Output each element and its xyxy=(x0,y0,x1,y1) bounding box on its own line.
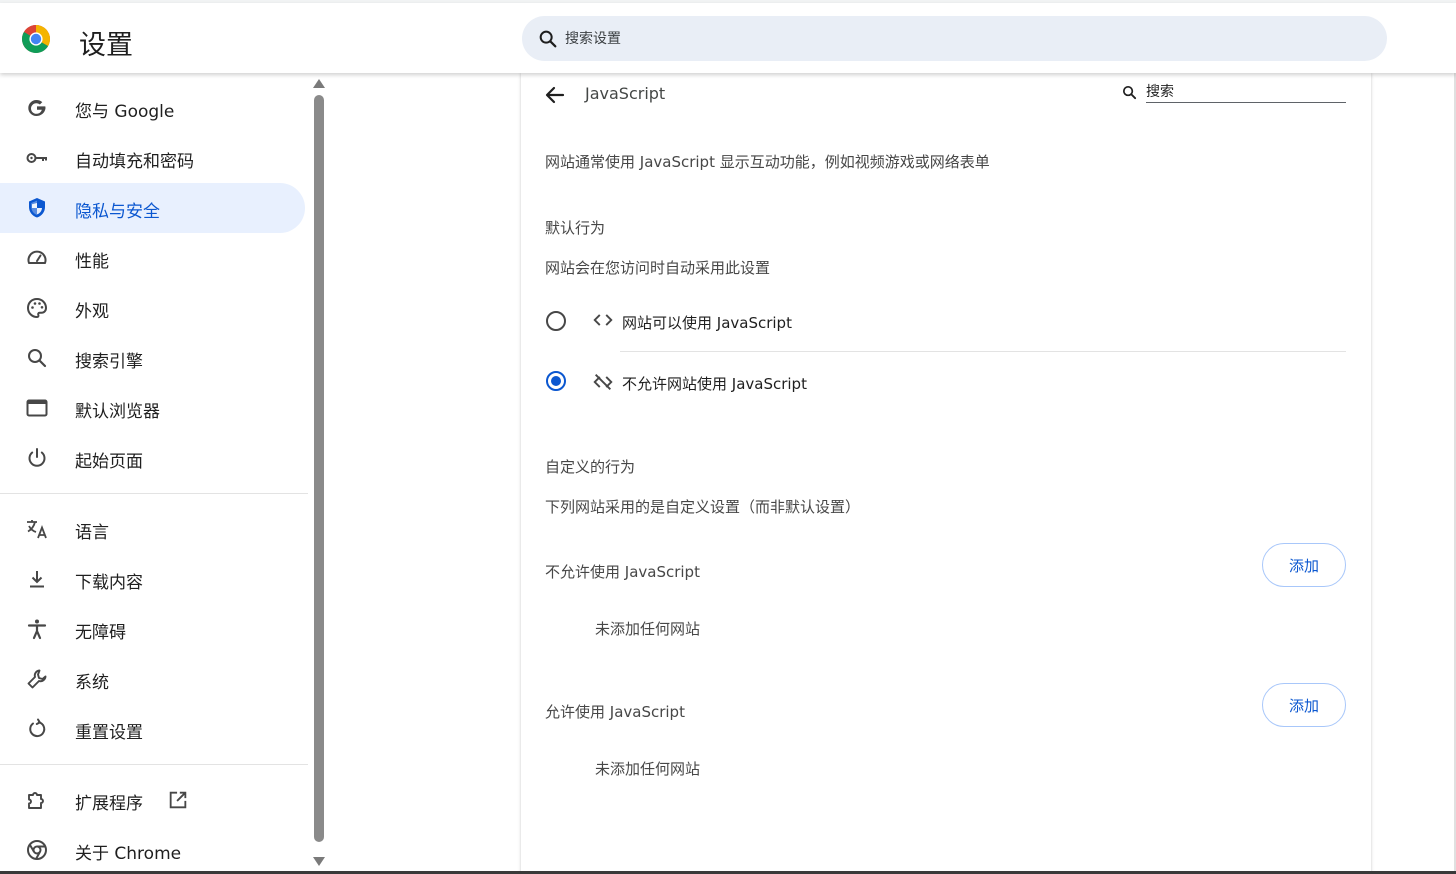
settings-search-input[interactable] xyxy=(565,16,1345,61)
search-icon xyxy=(28,349,47,368)
sidebar-item-privacy[interactable]: 隐私与安全 xyxy=(0,183,305,233)
blocked-list-label: 不允许使用 JavaScript xyxy=(545,563,700,581)
sidebar-item-on-startup[interactable]: 起始页面 xyxy=(0,433,305,483)
option-block-javascript-label[interactable]: 不允许网站使用 JavaScript xyxy=(622,373,807,394)
custom-behavior-heading: 自定义的行为 xyxy=(545,458,636,476)
reset-icon xyxy=(29,718,46,738)
sidebar-item-label: 起始页面 xyxy=(75,452,143,472)
sidebar-item-label: 外观 xyxy=(75,302,109,322)
sidebar-item-system[interactable]: 系统 xyxy=(0,654,305,704)
sidebar-item-extensions[interactable]: 扩展程序 xyxy=(0,775,305,825)
sidebar-item-label: 关于 Chrome xyxy=(75,844,182,864)
chrome-logo-icon xyxy=(22,25,50,53)
sidebar-item-reset[interactable]: 重置设置 xyxy=(0,704,305,754)
sidebar-item-label: 重置设置 xyxy=(75,723,143,743)
speedometer-icon xyxy=(27,250,47,264)
sidebar-item-autofill[interactable]: 自动填充和密码 xyxy=(0,133,305,183)
code-icon xyxy=(593,314,613,326)
scroll-down-arrow-icon[interactable] xyxy=(313,857,325,866)
javascript-settings-card: JavaScript 网站通常使用 JavaScript 显示互动功能，例如视频… xyxy=(521,73,1371,874)
download-icon xyxy=(30,571,44,588)
option-allow-javascript-label[interactable]: 网站可以使用 JavaScript xyxy=(622,312,792,333)
key-icon xyxy=(26,153,47,163)
sidebar-divider xyxy=(0,764,308,765)
palette-icon xyxy=(26,297,48,319)
sidebar-item-accessibility[interactable]: 无障碍 xyxy=(0,604,305,654)
chrome-icon xyxy=(27,840,47,860)
card-search-input[interactable] xyxy=(1146,81,1346,103)
wrench-icon xyxy=(27,669,47,689)
google-g-icon xyxy=(28,100,46,116)
custom-behavior-subtitle: 下列网站采用的是自定义设置（而非默认设置） xyxy=(545,498,861,516)
page-title: JavaScript xyxy=(585,84,666,103)
shield-icon xyxy=(29,198,45,218)
page-description: 网站通常使用 JavaScript 显示互动功能，例如视频游戏或网络表单 xyxy=(545,153,990,171)
sidebar-nav: 您与 Google 自动填充和密码 隐私与安全 性能 外观 搜索引擎 默认浏览器… xyxy=(0,73,312,874)
blocked-list-empty-text: 未添加任何网站 xyxy=(595,620,701,638)
add-allowed-site-button[interactable]: 添加 xyxy=(1262,683,1346,727)
back-arrow-icon[interactable] xyxy=(543,83,567,107)
app-title: 设置 xyxy=(79,30,133,61)
sidebar-item-about-chrome[interactable]: 关于 Chrome xyxy=(0,825,305,874)
sidebar-item-label: 系统 xyxy=(75,673,109,693)
sidebar-item-label: 搜索引擎 xyxy=(75,352,143,372)
radio-block-javascript[interactable] xyxy=(546,371,566,391)
puzzle-icon xyxy=(28,792,44,809)
settings-page: 设置 您与 Google 自动填充和密码 xyxy=(0,0,1456,874)
header: 设置 xyxy=(0,3,1456,73)
accessibility-icon xyxy=(27,619,47,640)
code-off-icon xyxy=(593,373,613,391)
sidebar-item-label: 自动填充和密码 xyxy=(75,152,194,172)
translate-icon xyxy=(27,520,47,539)
default-behavior-subtitle: 网站会在您访问时自动采用此设置 xyxy=(545,259,771,277)
allowed-list-label: 允许使用 JavaScript xyxy=(545,703,685,721)
sidebar-divider xyxy=(0,493,308,494)
sidebar-item-label: 下载内容 xyxy=(75,573,143,593)
search-icon xyxy=(1122,85,1137,100)
sidebar-item-you-and-google[interactable]: 您与 Google xyxy=(0,83,305,133)
default-behavior-heading: 默认行为 xyxy=(545,219,606,237)
radio-allow-javascript[interactable] xyxy=(546,311,566,331)
add-blocked-site-button[interactable]: 添加 xyxy=(1262,543,1346,587)
sidebar-item-label: 语言 xyxy=(75,523,109,543)
settings-search-bar[interactable] xyxy=(522,16,1387,61)
sidebar-item-languages[interactable]: 语言 xyxy=(0,504,305,554)
sidebar-item-label: 扩展程序 xyxy=(75,794,143,814)
option-divider xyxy=(620,351,1346,352)
sidebar-item-label: 默认浏览器 xyxy=(75,402,160,422)
scrollbar-thumb[interactable] xyxy=(314,95,324,842)
search-icon xyxy=(539,30,557,48)
scroll-up-arrow-icon[interactable] xyxy=(313,79,325,88)
open-in-new-icon xyxy=(169,791,187,809)
sidebar-item-label: 无障碍 xyxy=(75,623,126,643)
sidebar-item-label: 性能 xyxy=(75,252,109,272)
sidebar-item-default-browser[interactable]: 默认浏览器 xyxy=(0,383,305,433)
sidebar-item-downloads[interactable]: 下载内容 xyxy=(0,554,305,604)
sidebar-item-search-engine[interactable]: 搜索引擎 xyxy=(0,333,305,383)
allowed-list-empty-text: 未添加任何网站 xyxy=(595,760,701,778)
sidebar-item-appearance[interactable]: 外观 xyxy=(0,283,305,333)
browser-window-icon xyxy=(26,399,48,417)
power-icon xyxy=(28,448,46,467)
sidebar-item-label: 隐私与安全 xyxy=(75,202,160,222)
card-search[interactable] xyxy=(1121,81,1346,105)
sidebar-item-performance[interactable]: 性能 xyxy=(0,233,305,283)
sidebar-item-label: 您与 Google xyxy=(75,102,175,122)
